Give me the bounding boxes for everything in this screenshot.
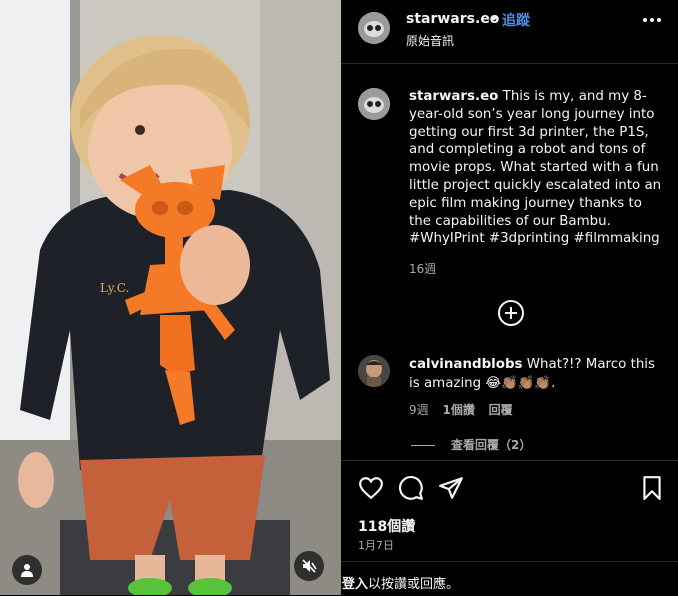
user-icon [21,564,33,577]
load-more-comments-button[interactable] [498,300,524,326]
post-details-panel: starwars.eo • 追蹤 原始音訊 starwars.eo This i… [341,0,678,595]
separator-dot: • [490,11,499,27]
reply-button[interactable]: 回覆 [489,403,513,417]
header-username-link[interactable]: starwars.eo [406,11,499,27]
avatar[interactable] [358,355,390,387]
comment-likes[interactable]: 1個讚 [442,403,474,417]
follow-button[interactable]: 追蹤 [502,10,530,30]
post-media[interactable]: Ly.C. [0,0,341,595]
post-date[interactable]: 1月7日 [358,537,394,553]
bookmark-icon[interactable] [639,475,665,501]
paper-plane-icon[interactable] [438,475,464,501]
heart-icon[interactable] [358,475,384,501]
caption-text: This is my, and my 8-year-old son’s year… [409,89,662,247]
caption-username-link[interactable]: starwars.eo [409,89,498,104]
video-frame-illustration: Ly.C. [0,0,341,595]
robot-avatar-image [358,88,390,120]
view-replies-button[interactable]: 查看回覆（2） [411,436,531,453]
login-prompt-text: 以按讚或回應。 [368,577,460,592]
commenter-username-link[interactable]: calvinandblobs [409,357,523,372]
caption-timestamp[interactable]: 16週 [409,260,436,277]
profile-button[interactable] [12,555,42,585]
plus-circle-icon [505,307,517,319]
view-replies-label: 查看回覆（2） [451,438,532,452]
divider [411,445,435,446]
robot-avatar-image [358,12,390,44]
like-count[interactable]: 118個讚 [358,516,415,536]
speaker-muted-icon [302,559,317,573]
login-prompt: 登入以按讚或回應。 [341,561,678,596]
original-audio-link[interactable]: 原始音訊 [406,32,454,49]
avatar[interactable] [358,88,390,120]
commenter-avatar-image [358,355,390,387]
mute-button[interactable] [294,551,324,581]
login-link[interactable]: 登入 [342,577,368,592]
comment-meta: 9週 1個讚 回覆 [409,401,523,418]
avatar[interactable] [358,12,390,44]
comment-timestamp[interactable]: 9週 [409,403,429,417]
more-options-icon[interactable] [643,18,661,22]
svg-text:Ly.C.: Ly.C. [100,281,129,295]
post-header: starwars.eo • 追蹤 原始音訊 [341,0,678,64]
comment-bubble-icon[interactable] [398,475,424,501]
